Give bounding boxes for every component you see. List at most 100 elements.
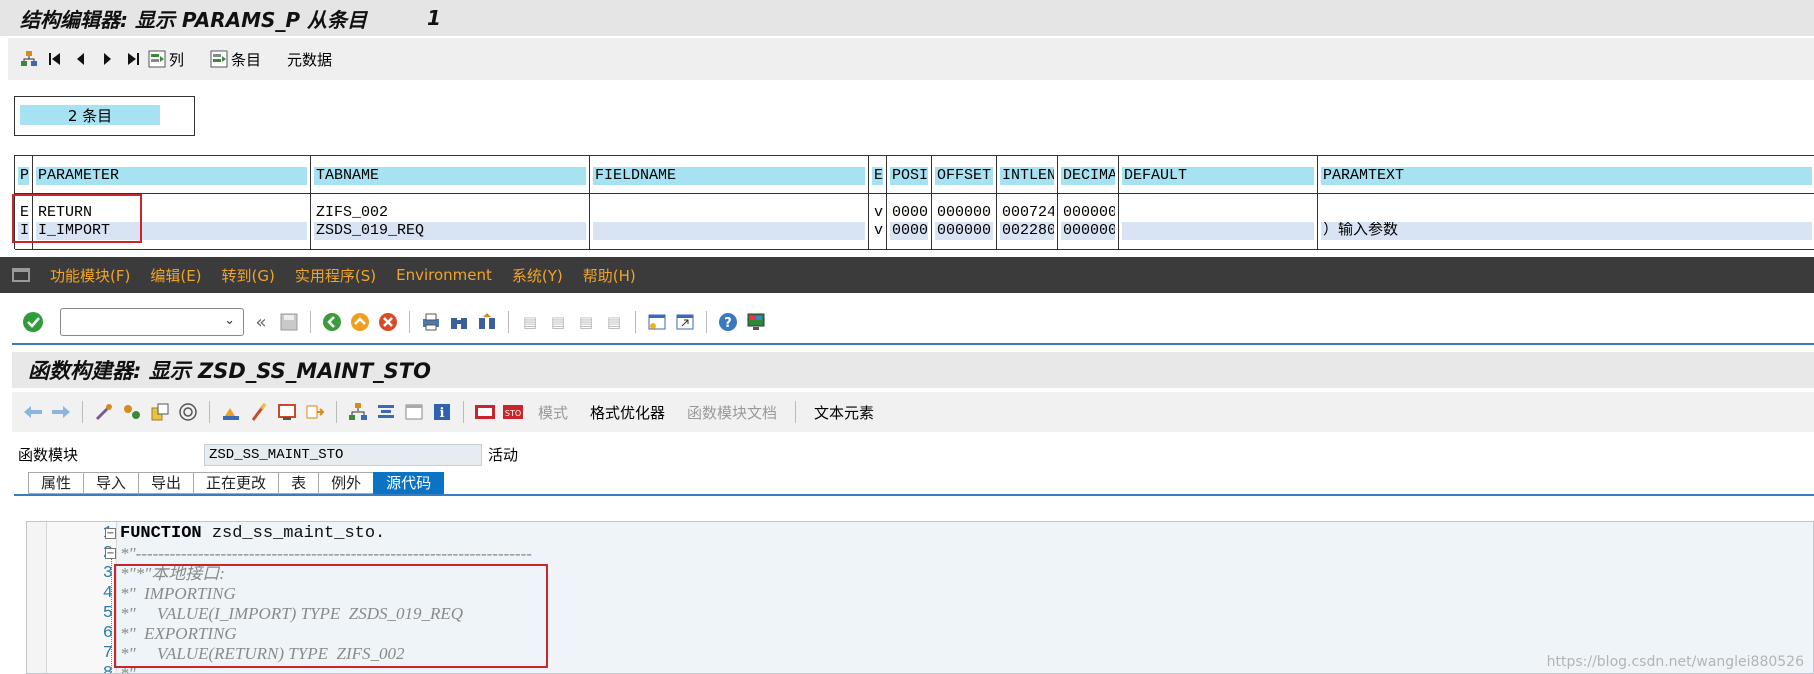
column-header-default[interactable]: DEFAULT [1122, 167, 1314, 185]
cell-offset-row-2[interactable]: 000000 [935, 222, 993, 240]
test-icon[interactable] [276, 401, 298, 423]
cell-intlen-row-1[interactable]: 000724 [1000, 204, 1054, 222]
collapse-block-icon[interactable]: − [105, 528, 116, 539]
cell-paramtext-row-1[interactable] [1321, 204, 1812, 222]
menu-goto[interactable]: 转到(G) [222, 265, 275, 286]
tab-export[interactable]: 导出 [138, 472, 194, 494]
column-header-p[interactable]: P [18, 167, 29, 185]
code-line[interactable]: 2−*"------------------------------------… [27, 544, 1813, 564]
column-header-e[interactable]: E [872, 167, 883, 185]
display-change-icon[interactable] [93, 401, 115, 423]
shortcut-icon[interactable] [674, 311, 696, 333]
code-line[interactable]: 1−FUNCTION zsd_ss_maint_sto. [27, 524, 1813, 544]
column-header-tabname[interactable]: TABNAME [314, 167, 586, 185]
navigation-window-icon[interactable] [375, 401, 397, 423]
create-session-icon[interactable] [646, 311, 668, 333]
cell-decima-row-1[interactable]: 000000 [1061, 204, 1115, 222]
next-entry-icon[interactable] [96, 48, 118, 70]
cell-default-row-1[interactable] [1122, 204, 1314, 222]
cell-paramtext-row-2[interactable]: ）输入参数 [1321, 222, 1812, 240]
arrow-right-icon[interactable] [50, 401, 72, 423]
column-header-decima[interactable]: DECIMA [1061, 167, 1115, 185]
collapse-block-icon[interactable]: − [105, 548, 116, 559]
where-used-icon[interactable] [177, 401, 199, 423]
print-icon[interactable] [420, 311, 442, 333]
find-next-icon[interactable] [476, 311, 498, 333]
menu-help[interactable]: 帮助(H) [583, 265, 636, 286]
other-object-icon[interactable] [149, 401, 171, 423]
column-header-paramtext[interactable]: PARAMTEXT [1321, 167, 1812, 185]
find-icon[interactable] [448, 311, 470, 333]
first-entry-icon[interactable] [44, 48, 66, 70]
tab-changing[interactable]: 正在更改 [193, 472, 279, 494]
double-chevron-left-icon[interactable]: « [250, 311, 272, 333]
previous-page-icon[interactable]: ▤ [547, 311, 569, 333]
sap-window-icon[interactable] [12, 268, 30, 282]
cell-e-row-1[interactable]: v [872, 204, 883, 222]
fullscreen-icon[interactable] [403, 401, 425, 423]
hierarchy-icon[interactable] [18, 48, 40, 70]
cell-posi-row-2[interactable]: 0000 [890, 222, 928, 240]
breakpoint-icon[interactable] [474, 401, 496, 423]
column-header-offset[interactable]: OFFSET [935, 167, 993, 185]
metadata-button[interactable]: 元数据 [287, 49, 332, 70]
line-number: 4 [102, 584, 113, 603]
first-page-icon[interactable]: ▤ [519, 311, 541, 333]
cell-e-row-2[interactable]: v [872, 222, 883, 240]
entries-button[interactable]: 条目 [210, 49, 261, 70]
menu-utilities[interactable]: 实用程序(S) [295, 265, 376, 286]
cell-default-row-2[interactable] [1122, 222, 1314, 240]
external-breakpoint-icon[interactable]: STO [502, 401, 524, 423]
tab-import[interactable]: 导入 [83, 472, 139, 494]
tab-source-code[interactable]: 源代码 [373, 472, 445, 494]
pattern-button[interactable]: 模式 [538, 402, 568, 423]
fm-documentation-button[interactable]: 函数模块文档 [687, 402, 777, 423]
active-inactive-icon[interactable] [121, 401, 143, 423]
cell-decima-row-2[interactable]: 000000 [1061, 222, 1115, 240]
column-header-fieldname[interactable]: FIELDNAME [593, 167, 865, 185]
enter-check-icon[interactable] [22, 311, 44, 333]
tab-attributes[interactable]: 属性 [28, 472, 84, 494]
menu-edit[interactable]: 编辑(E) [150, 265, 201, 286]
command-field[interactable]: ⌄ [60, 308, 244, 336]
exit-icon[interactable] [349, 311, 371, 333]
cell-tabname-row-1[interactable]: ZIFS_002 [314, 204, 586, 222]
activate-icon[interactable] [248, 401, 270, 423]
pretty-printer-button[interactable]: 格式优化器 [590, 402, 665, 423]
tab-tables[interactable]: 表 [278, 472, 319, 494]
back-icon[interactable] [321, 311, 343, 333]
annotation-box-params [12, 194, 142, 243]
object-list-icon[interactable] [347, 401, 369, 423]
arrow-left-icon[interactable] [22, 401, 44, 423]
cell-offset-row-1[interactable]: 000000 [935, 204, 993, 222]
chevron-down-icon[interactable]: ⌄ [224, 313, 235, 328]
check-syntax-icon[interactable] [220, 401, 242, 423]
text-elements-button[interactable]: 文本元素 [814, 402, 874, 423]
menu-environment[interactable]: Environment [396, 266, 492, 284]
help-icon[interactable]: ? [717, 311, 739, 333]
next-page-icon[interactable]: ▤ [575, 311, 597, 333]
last-entry-icon[interactable] [122, 48, 144, 70]
entry-number: 1 [427, 6, 441, 30]
function-module-field[interactable]: ZSD_SS_MAINT_STO [204, 444, 482, 466]
column-header-posi[interactable]: POSI [890, 167, 928, 185]
tab-exceptions[interactable]: 例外 [318, 472, 374, 494]
cell-tabname-row-2[interactable]: ZSDS_019_REQ [314, 222, 586, 240]
cell-posi-row-1[interactable]: 0000 [890, 204, 928, 222]
column-header-parameter[interactable]: PARAMETER [36, 167, 307, 185]
tab-strip: 属性 导入 导出 正在更改 表 例外 源代码 [28, 472, 445, 494]
menu-function-module[interactable]: 功能模块(F) [50, 265, 130, 286]
info-icon[interactable]: i [431, 401, 453, 423]
column-header-intlen[interactable]: INTLEN [1000, 167, 1054, 185]
cell-fieldname-row-1[interactable] [593, 204, 865, 222]
last-page-icon[interactable]: ▤ [603, 311, 625, 333]
columns-button[interactable]: 列 [148, 49, 184, 70]
save-icon[interactable] [278, 311, 300, 333]
cell-intlen-row-2[interactable]: 002280 [1000, 222, 1054, 240]
where-used-list-icon[interactable] [304, 401, 326, 423]
menu-system[interactable]: 系统(Y) [512, 265, 563, 286]
previous-entry-icon[interactable] [70, 48, 92, 70]
cell-fieldname-row-2[interactable] [593, 222, 865, 240]
cancel-icon[interactable] [377, 311, 399, 333]
customize-layout-icon[interactable] [745, 311, 767, 333]
